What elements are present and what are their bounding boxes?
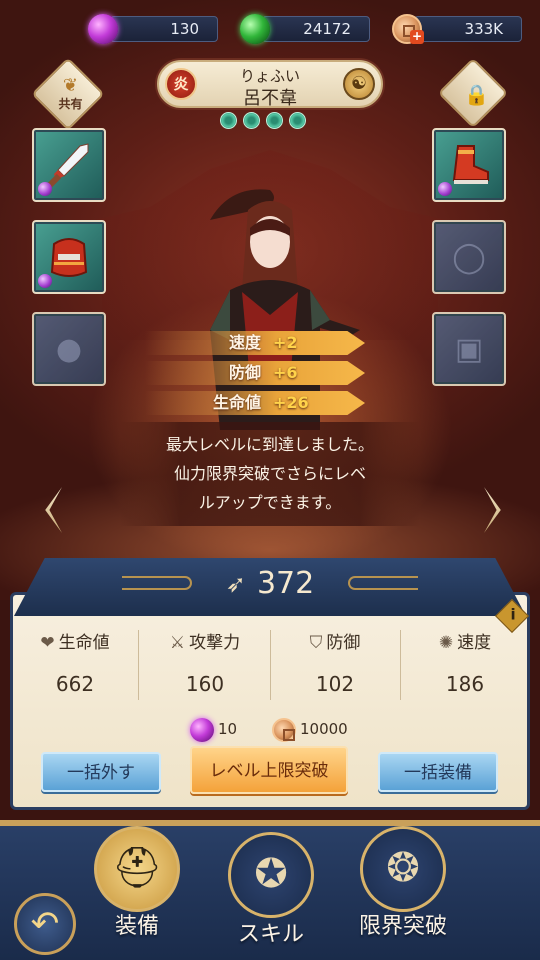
- stat-label: 攻撃力: [189, 633, 241, 653]
- heart-icon: ❤: [40, 633, 55, 653]
- tab-limit-break[interactable]: ❂: [360, 826, 446, 912]
- stat-label: 生命値: [58, 633, 110, 653]
- hero-nameplate: 炎 りょふい 呂不韋 ☯: [157, 60, 383, 109]
- back-arrow-icon: ↶: [30, 904, 60, 944]
- tab-skill[interactable]: ✪: [228, 832, 314, 918]
- message-line: 仙力限界突破でさらにレベ: [173, 464, 366, 483]
- equip-slot-accessory-empty[interactable]: ●: [32, 312, 106, 386]
- lock-icon: 🔒: [464, 82, 490, 107]
- message-line: ルアップできます。: [198, 493, 342, 512]
- unequip-all-button[interactable]: 一括外す: [41, 752, 161, 792]
- boot-icon: [452, 145, 489, 184]
- armor-icon: [50, 238, 88, 277]
- stat-value: 186: [445, 672, 485, 696]
- equip-slot-ring-empty[interactable]: ◯: [432, 220, 506, 294]
- stat-gain-defense: 防御 +6: [145, 361, 365, 385]
- equip-slot-lock-empty[interactable]: ▣: [432, 312, 506, 386]
- stat-value: 102: [315, 672, 355, 696]
- equip-slot-boots[interactable]: [432, 128, 506, 202]
- combat-power: ➶ 372: [0, 566, 540, 606]
- stat-value: 662: [55, 672, 95, 696]
- stat-label: 速度: [457, 633, 492, 653]
- wing-power-icon: ➶: [225, 569, 246, 598]
- back-button[interactable]: ↶: [14, 893, 76, 955]
- ring-icon: ◯: [452, 240, 486, 275]
- shield-icon: ⛉: [309, 633, 323, 653]
- currency-gems-purple[interactable]: 130: [88, 14, 228, 44]
- purple-gem-icon: [190, 717, 214, 742]
- purple-gem-icon: [38, 274, 52, 288]
- currency-value: 130: [110, 16, 218, 42]
- stat-gain-speed: 速度 +2: [145, 331, 365, 355]
- lock-icon: ▣: [454, 332, 484, 367]
- stat-attack: ⚔ 攻撃力 160: [140, 630, 270, 696]
- cost-coin-value: 10000: [300, 720, 348, 738]
- currency-value: 24172: [262, 16, 370, 42]
- tab-skill-label: スキル: [237, 922, 304, 947]
- star-icon: [243, 112, 260, 129]
- equip-slot-armor[interactable]: [32, 220, 106, 294]
- gain-value: +6: [273, 363, 298, 382]
- divider: [138, 630, 139, 700]
- sword-icon: [46, 143, 89, 189]
- tab-limit-break-label: 限界突破: [358, 914, 447, 939]
- equip-all-button[interactable]: 一括装備: [378, 752, 498, 792]
- wings-icon: ❦: [62, 75, 79, 97]
- purple-gem-icon: [38, 182, 52, 196]
- hero-stars: [220, 112, 306, 130]
- faction-swirl-icon[interactable]: ☯: [343, 68, 375, 100]
- add-coins-icon[interactable]: +: [410, 30, 424, 44]
- cost-coin: 10000: [272, 715, 348, 743]
- gain-label: 生命値: [212, 393, 261, 412]
- gain-value: +2: [273, 333, 298, 352]
- gain-label: 防御: [228, 363, 261, 382]
- coin-icon: [272, 717, 296, 742]
- limit-break-button[interactable]: レベル上限突破: [190, 746, 348, 794]
- star-icon: [266, 112, 283, 129]
- currency-value: 333K: [414, 16, 522, 42]
- currency-coins[interactable]: 333K +: [392, 14, 532, 44]
- tab-equip[interactable]: ⛑: [94, 826, 180, 912]
- shared-label: 共有: [58, 97, 83, 112]
- crossed-swords-icon: ⚔: [169, 633, 186, 653]
- flame-swirl-icon: ✪: [254, 851, 288, 897]
- stat-speed: ✺ 速度 186: [400, 630, 530, 696]
- gourd-icon: ●: [55, 332, 83, 367]
- message-line: 最大レベルに到達しました。: [165, 435, 374, 454]
- nav-trim: [0, 820, 540, 826]
- purple-gem-icon: [438, 182, 452, 196]
- star-icon: [289, 112, 306, 129]
- helmet-icon: ⛑: [111, 845, 163, 891]
- stat-hp: ❤ 生命値 662: [10, 630, 140, 696]
- gain-label: 速度: [228, 333, 261, 352]
- combat-power-value: 372: [256, 566, 315, 601]
- green-gem-icon: [240, 14, 270, 44]
- stat-label: 防御: [326, 633, 361, 653]
- tab-equip-label: 装備: [114, 914, 159, 939]
- gain-value: +26: [273, 393, 309, 412]
- purple-gem-icon: [88, 14, 118, 44]
- stat-gain-hp: 生命値 +26: [145, 391, 365, 415]
- star-icon: [220, 112, 237, 129]
- equip-slot-weapon[interactable]: [32, 128, 106, 202]
- phoenix-icon: ❂: [386, 845, 420, 891]
- cost-gem: 10: [190, 715, 237, 743]
- stat-value: 160: [185, 672, 225, 696]
- max-level-message: 最大レベルに到達しました。 仙力限界突破でさらにレベ ルアップできます。: [120, 422, 420, 526]
- currency-gems-green[interactable]: 24172: [240, 14, 380, 44]
- cost-gem-value: 10: [218, 720, 238, 738]
- stat-defense: ⛉ 防御 102: [270, 630, 400, 696]
- swirl-icon: ✺: [438, 633, 454, 653]
